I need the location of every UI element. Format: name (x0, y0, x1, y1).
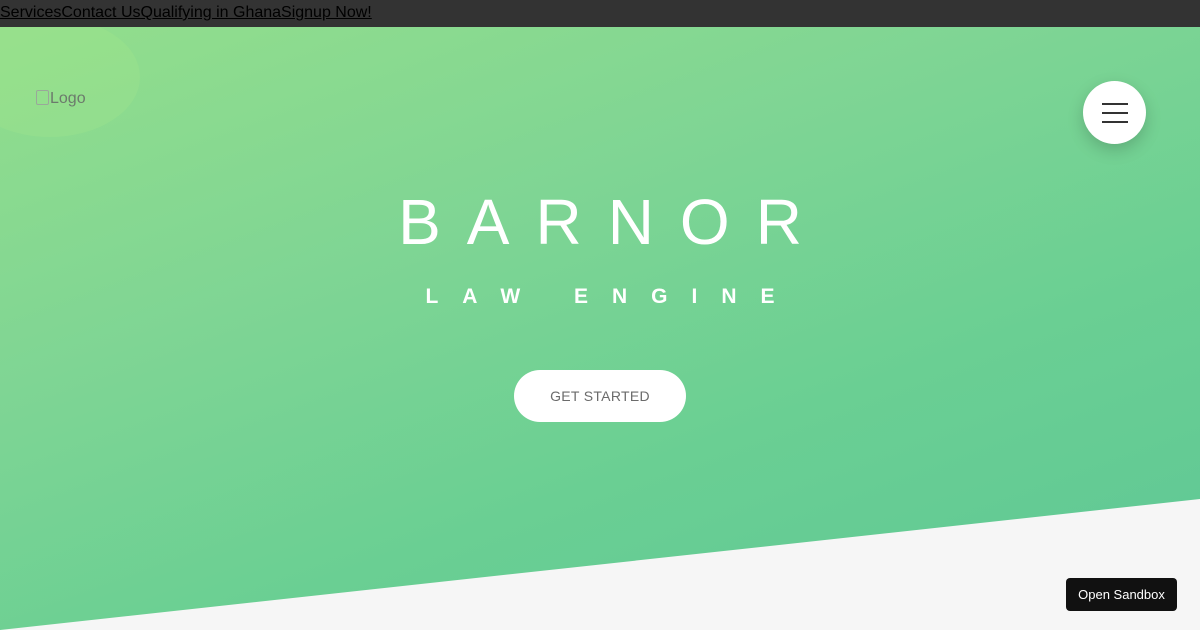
decorative-blob (0, 27, 140, 137)
hero-subtitle: LAW ENGINE (425, 285, 799, 308)
nav-link-qualifying-in-ghana[interactable]: Qualifying in Ghana (141, 3, 282, 23)
logo-alt-text: Logo (50, 90, 86, 107)
hero-section: Logo BARNOR LAW ENGINE GET STARTED (0, 27, 1200, 630)
top-nav: Services Contact Us Qualifying in Ghana … (0, 3, 372, 23)
hamburger-menu-icon (1101, 111, 1128, 114)
open-sandbox-button[interactable]: Open Sandbox (1066, 578, 1177, 611)
hamburger-menu-icon (1101, 102, 1128, 105)
top-nav-bar: Services Contact Us Qualifying in Ghana … (0, 0, 1200, 27)
hero-title: BARNOR (398, 186, 828, 258)
menu-button[interactable] (1083, 81, 1146, 144)
broken-image-icon (36, 89, 49, 105)
logo[interactable]: Logo (36, 89, 86, 108)
page: Services Contact Us Qualifying in Ghana … (0, 0, 1200, 630)
nav-link-contact-us[interactable]: Contact Us (61, 3, 140, 23)
nav-link-signup-now[interactable]: Signup Now! (281, 3, 372, 23)
hamburger-menu-icon (1101, 120, 1128, 123)
nav-link-services[interactable]: Services (0, 3, 61, 23)
get-started-button[interactable]: GET STARTED (514, 370, 686, 422)
